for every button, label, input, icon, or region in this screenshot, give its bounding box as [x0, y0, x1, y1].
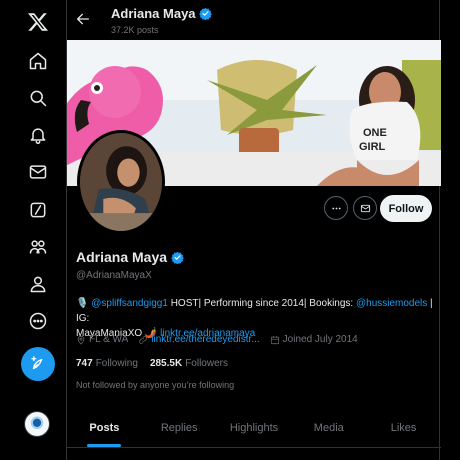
- feather-plus-icon: [31, 356, 43, 370]
- communities-icon[interactable]: [22, 231, 54, 263]
- bio-mention-hussiemodels[interactable]: @hussiemodels: [356, 298, 427, 309]
- follow-button[interactable]: Follow: [380, 195, 432, 222]
- followers-count: 285.5K: [149, 358, 183, 369]
- profile-header-bar: Adriana Maya 37.2K posts: [67, 0, 441, 40]
- tab-replies[interactable]: Replies: [142, 408, 217, 447]
- message-button[interactable]: [353, 196, 377, 220]
- header-name-text: Adriana Maya: [111, 6, 196, 21]
- link-icon: [139, 335, 147, 344]
- bio-mention-spliffs[interactable]: @spliffsandgigg1: [91, 298, 168, 309]
- header-post-count: 37.2K posts: [111, 25, 159, 35]
- verified-badge-icon: [171, 251, 184, 264]
- profile-name-text: Adriana Maya: [76, 249, 168, 265]
- x-logo-icon[interactable]: [22, 6, 54, 38]
- website-link[interactable]: linktr.ee/theredeyedistr...: [151, 334, 259, 345]
- profile-meta: FL & WA linktr.ee/theredeyedistr... Join…: [76, 334, 436, 345]
- joined-text: Joined July 2014: [282, 334, 358, 345]
- profile-column: Adriana Maya 37.2K posts ONE GIRL Follow…: [66, 0, 441, 460]
- profile-stats: 747 Following 285.5K Followers: [76, 358, 228, 369]
- bio-text-host: HOST| Performing since 2014| Bookings:: [167, 298, 356, 309]
- website-item[interactable]: linktr.ee/theredeyedistr...: [138, 334, 260, 345]
- followers-stat[interactable]: 285.5K Followers: [150, 358, 228, 369]
- profile-name: Adriana Maya: [76, 249, 184, 265]
- profile-icon[interactable]: [22, 268, 54, 300]
- following-count: 747: [76, 358, 93, 369]
- more-options-button[interactable]: [324, 196, 348, 220]
- calendar-icon: [270, 335, 279, 344]
- sidebar-nav: [0, 0, 66, 460]
- tab-likes[interactable]: Likes: [366, 408, 441, 447]
- search-icon[interactable]: [22, 82, 54, 114]
- svg-text:GIRL: GIRL: [359, 141, 386, 153]
- ellipsis-icon: [331, 207, 341, 209]
- followers-label: Followers: [185, 358, 228, 369]
- back-arrow-icon[interactable]: [75, 11, 93, 29]
- home-icon[interactable]: [22, 45, 54, 77]
- notifications-bell-icon[interactable]: [22, 119, 54, 151]
- svg-text:ONE: ONE: [363, 127, 387, 139]
- grok-icon[interactable]: [22, 194, 54, 226]
- tab-posts[interactable]: Posts: [67, 408, 142, 447]
- profile-handle: @AdrianaMayaX: [76, 270, 152, 281]
- envelope-icon: [360, 204, 370, 212]
- location-item: FL & WA: [76, 334, 128, 345]
- messages-envelope-icon[interactable]: [22, 156, 54, 188]
- microphone-icon: 🎙️: [76, 298, 92, 309]
- tab-highlights[interactable]: Highlights: [217, 408, 292, 447]
- account-avatar[interactable]: [24, 411, 50, 437]
- joined-item: Joined July 2014: [270, 334, 358, 345]
- not-followed-notice: Not followed by anyone you’re following: [76, 380, 235, 390]
- location-pin-icon: [77, 335, 85, 345]
- location-text: FL & WA: [89, 334, 129, 345]
- more-circle-icon[interactable]: [22, 305, 54, 337]
- verified-badge-icon: [198, 7, 212, 20]
- compose-post-button[interactable]: [21, 347, 55, 381]
- following-stat[interactable]: 747 Following: [76, 358, 138, 369]
- profile-tabs: Posts Replies Highlights Media Likes: [67, 408, 441, 448]
- tab-media[interactable]: Media: [291, 408, 366, 447]
- profile-avatar[interactable]: [77, 130, 165, 234]
- header-profile-name: Adriana Maya: [111, 6, 212, 21]
- following-label: Following: [95, 358, 138, 369]
